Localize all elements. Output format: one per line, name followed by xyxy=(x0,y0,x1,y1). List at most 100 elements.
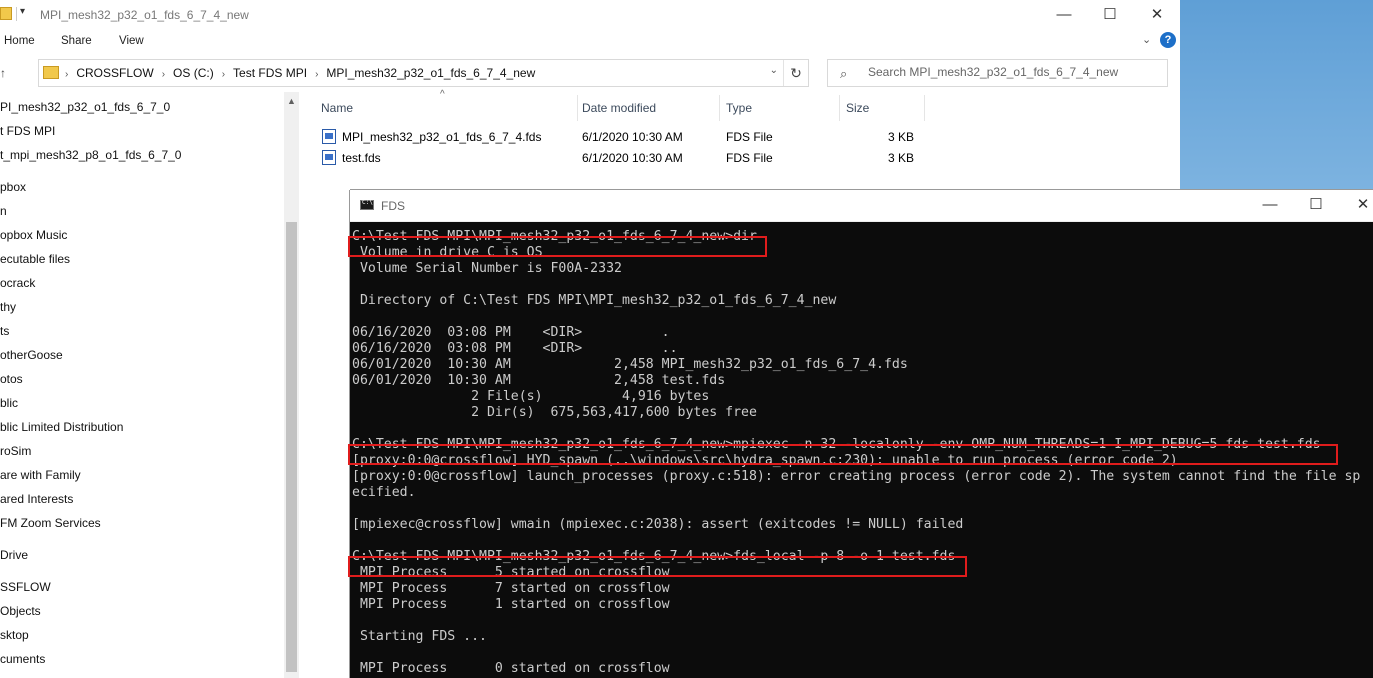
nav-item[interactable]: n xyxy=(0,204,7,218)
console-titlebar: FDS — ☐ ✕ xyxy=(350,190,1373,222)
minimize-button[interactable]: — xyxy=(1247,190,1293,221)
breadcrumb-os-c[interactable]: OS (C:) xyxy=(173,66,214,80)
file-name: test.fds xyxy=(342,151,381,165)
divider[interactable] xyxy=(719,95,720,121)
console-line: [mpiexec@crossflow] wmain (mpiexec.c:203… xyxy=(352,517,964,532)
fds-file-icon xyxy=(322,129,336,144)
console-line: 06/01/2020 10:30 AM 2,458 test.fds xyxy=(352,373,726,388)
console-line: 06/16/2020 03:08 PM <DIR> .. xyxy=(352,341,678,356)
column-date-modified[interactable]: Date modified xyxy=(582,101,656,115)
highlight-box xyxy=(348,444,1338,465)
nav-item[interactable]: cuments xyxy=(0,652,45,666)
console-line: ecified. xyxy=(352,485,416,500)
chevron-right-icon: › xyxy=(161,69,166,80)
nav-scrollbar[interactable]: ▲ xyxy=(284,92,299,678)
search-box[interactable]: ⌕ xyxy=(827,59,1168,87)
maximize-button[interactable]: ☐ xyxy=(1293,190,1339,221)
console-line: MPI Process 7 started on crossflow xyxy=(352,581,670,596)
file-row[interactable]: test.fds 6/1/2020 10:30 AM FDS File 3 KB xyxy=(320,148,920,168)
tab-share[interactable]: Share xyxy=(61,35,92,47)
nav-item[interactable]: PI_mesh32_p32_o1_fds_6_7_0 xyxy=(0,100,170,114)
column-name[interactable]: Name xyxy=(321,101,353,115)
nav-item[interactable]: otos xyxy=(0,372,23,386)
file-date: 6/1/2020 10:30 AM xyxy=(582,130,683,144)
tab-view[interactable]: View xyxy=(119,35,144,47)
divider[interactable] xyxy=(577,95,578,121)
nav-item[interactable]: opbox Music xyxy=(0,228,67,242)
file-date: 6/1/2020 10:30 AM xyxy=(582,151,683,165)
chevron-right-icon: › xyxy=(315,69,319,80)
minimize-button[interactable]: — xyxy=(1041,0,1087,30)
tab-home[interactable]: Home xyxy=(4,35,35,47)
file-row[interactable]: MPI_mesh32_p32_o1_fds_6_7_4.fds 6/1/2020… xyxy=(320,127,920,147)
file-size: 3 KB xyxy=(888,151,915,165)
console-line: MPI Process 1 started on crossflow xyxy=(352,597,670,612)
console-line: [proxy:0:0@crossflow] launch_processes (… xyxy=(352,469,1361,484)
console-title: FDS xyxy=(381,199,405,213)
nav-item[interactable]: sktop xyxy=(0,628,29,642)
divider[interactable] xyxy=(839,95,840,121)
nav-item[interactable]: ared Interests xyxy=(0,492,73,506)
navigation-pane: PI_mesh32_p32_o1_fds_6_7_0t FDS MPI t_mpi… xyxy=(0,92,300,678)
navigation-row: ↑ › CROSSFLOW › OS (C:) › Test FDS MPI › MPI_me… xyxy=(0,54,1180,92)
up-arrow-icon[interactable]: ↑ xyxy=(0,66,6,80)
console-line: Volume Serial Number is F00A-2332 xyxy=(352,261,622,276)
window-title: MPI_mesh32_p32_o1_fds_6_7_4_new xyxy=(40,8,249,22)
nav-item[interactable]: otherGoose xyxy=(0,348,63,362)
breadcrumb-test-fds-mpi[interactable]: Test FDS MPI xyxy=(233,66,307,80)
nav-item[interactable]: blic xyxy=(0,396,18,410)
address-bar[interactable]: › CROSSFLOW › OS (C:) › Test FDS MPI › MPI_mesh… xyxy=(38,59,809,87)
nav-item[interactable]: thy xyxy=(0,300,16,314)
console-line: 06/01/2020 10:30 AM 2,458 MPI_mesh32_p32… xyxy=(352,357,908,372)
fds-file-icon xyxy=(322,150,336,165)
highlight-box xyxy=(348,236,767,257)
breadcrumb-crossflow[interactable]: CROSSFLOW xyxy=(76,66,153,80)
divider[interactable] xyxy=(924,95,925,121)
nav-item[interactable]: are with Family xyxy=(0,468,81,482)
search-input[interactable] xyxy=(866,64,1160,80)
search-icon: ⌕ xyxy=(840,66,848,81)
nav-item[interactable]: blic Limited Distribution xyxy=(0,420,123,434)
nav-item[interactable]: Drive xyxy=(0,548,28,562)
quick-access-dropdown-icon[interactable]: ▾ xyxy=(20,6,25,17)
file-type: FDS File xyxy=(726,151,773,165)
chevron-right-icon: › xyxy=(221,69,226,80)
console-window[interactable]: FDS — ☐ ✕ C:\Test FDS MPI\MPI_mesh32_p32… xyxy=(348,190,1373,678)
nav-item[interactable]: FM Zoom Services xyxy=(0,516,101,530)
sort-arrow-icon: ^ xyxy=(440,89,445,100)
column-type[interactable]: Type xyxy=(726,101,752,115)
scrollbar-thumb[interactable] xyxy=(286,222,297,672)
ribbon-tabs: Home Share View ⌄ ? xyxy=(0,30,1180,54)
close-button[interactable]: ✕ xyxy=(1134,0,1180,30)
console-line: 06/16/2020 03:08 PM <DIR> . xyxy=(352,325,670,340)
maximize-button[interactable]: ☐ xyxy=(1087,0,1133,30)
nav-item[interactable]: ocrack xyxy=(0,276,35,290)
help-icon[interactable]: ? xyxy=(1160,32,1176,48)
nav-item[interactable]: pbox xyxy=(0,180,26,194)
column-size[interactable]: Size xyxy=(846,101,869,115)
chevron-down-icon[interactable]: ⌄ xyxy=(1142,33,1151,46)
chevron-down-icon[interactable]: ⌄ xyxy=(770,65,778,76)
chevron-up-icon[interactable]: ▲ xyxy=(287,96,296,106)
explorer-titlebar: ▾ MPI_mesh32_p32_o1_fds_6_7_4_new — ☐ ✕ xyxy=(0,0,1180,30)
refresh-icon[interactable]: ↻ xyxy=(783,60,808,86)
close-button[interactable]: ✕ xyxy=(1340,190,1373,221)
nav-item[interactable]: Objects xyxy=(0,604,41,618)
console-line: Directory of C:\Test FDS MPI\MPI_mesh32_… xyxy=(352,293,837,308)
file-type: FDS File xyxy=(726,130,773,144)
nav-item[interactable]: ecutable files xyxy=(0,252,70,266)
console-line: Starting FDS ... xyxy=(352,629,487,644)
breadcrumb-current-folder[interactable]: MPI_mesh32_p32_o1_fds_6_7_4_new xyxy=(326,66,535,80)
file-name: MPI_mesh32_p32_o1_fds_6_7_4.fds xyxy=(342,130,542,144)
highlight-box xyxy=(348,556,967,577)
nav-item[interactable]: SSFLOW xyxy=(0,580,51,594)
nav-item[interactable]: roSim xyxy=(0,444,31,458)
console-icon xyxy=(360,199,374,210)
column-headers: ^ Name Date modified Type Size xyxy=(300,89,1180,122)
nav-item[interactable]: ts xyxy=(0,324,9,338)
file-size: 3 KB xyxy=(888,130,915,144)
folder-icon xyxy=(43,66,59,79)
nav-item[interactable]: t_mpi_mesh32_p8_o1_fds_6_7_0 xyxy=(0,148,181,162)
nav-item[interactable]: t FDS MPI xyxy=(0,124,55,138)
console-line: 2 File(s) 4,916 bytes xyxy=(352,389,710,404)
